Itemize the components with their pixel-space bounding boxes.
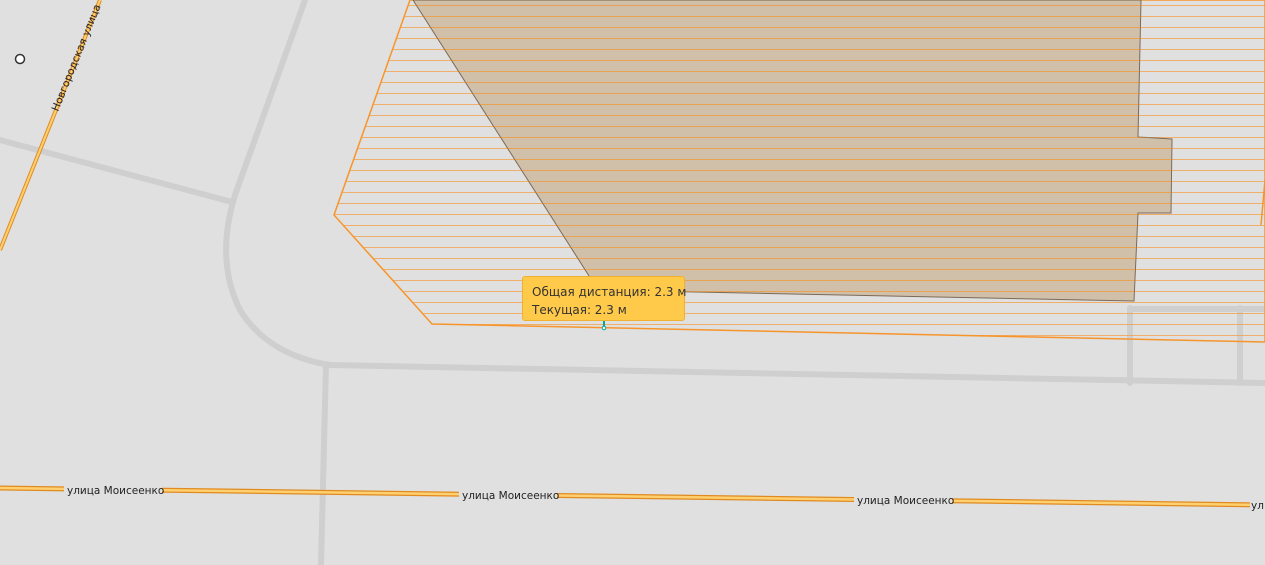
street-label-moiseenko-4: ул [1250,499,1265,512]
road-south [318,361,329,565]
current-distance-label: Текущая: 2.3 м [532,303,627,317]
point-marker [14,53,26,65]
measure-tooltip: Общая дистанция: 2.3 м Текущая: 2.3 м [522,276,687,321]
street-label-moiseenko-3: улица Моисеенко [854,494,954,507]
svg-text:улица Моисеенко: улица Моисеенко [462,490,559,502]
road-west [0,137,235,205]
svg-text:ул: ул [1251,500,1264,512]
svg-text:улица Моисеенко: улица Моисеенко [67,485,164,497]
street-label-novgorodskaya: Новгородская улица [50,3,104,114]
street-label-moiseenko-2: улица Моисеенко [459,489,559,502]
svg-text:улица Моисеенко: улица Моисеенко [857,495,954,507]
total-distance-label: Общая дистанция: 2.3 м [532,285,687,299]
map-canvas[interactable]: Новгородская улица улица Моисеенко улица… [0,0,1265,565]
street-label-moiseenko-1: улица Моисеенко [64,484,164,497]
street-moiseenko: улица Моисеенко улица Моисеенко улица Мо… [0,484,1265,512]
street-novgorodskaya: Новгородская улица [0,0,104,251]
